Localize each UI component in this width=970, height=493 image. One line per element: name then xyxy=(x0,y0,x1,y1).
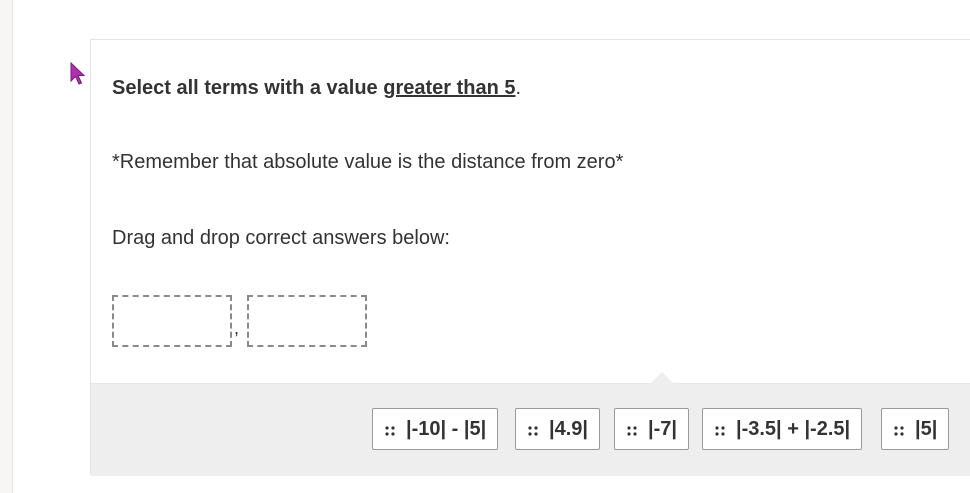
choice-chip-3[interactable]: |-7| xyxy=(614,408,689,450)
question-prompt: Select all terms with a value greater th… xyxy=(112,77,521,100)
choice-chip-5[interactable]: |5| xyxy=(881,408,950,450)
choice-chip-2[interactable]: |4.9| xyxy=(515,408,600,450)
drag-handle-icon xyxy=(627,426,637,436)
drag-handle-icon xyxy=(528,426,538,436)
mouse-pointer-icon xyxy=(70,62,86,85)
choice-label: |4.9| xyxy=(549,417,588,440)
answer-drop-zone-2[interactable] xyxy=(247,295,367,347)
drag-handle-icon xyxy=(715,426,725,436)
choice-label: |-7| xyxy=(648,417,677,440)
prompt-emphasis: greater than 5 xyxy=(383,77,516,99)
drag-handle-icon xyxy=(894,426,904,436)
question-card: Select all terms with a value greater th… xyxy=(90,39,970,476)
choice-chip-4[interactable]: |-3.5| + |-2.5| xyxy=(702,408,863,450)
drag-instruction: Drag and drop correct answers below: xyxy=(112,227,450,249)
choice-chip-1[interactable]: |-10| - |5| xyxy=(372,408,499,450)
drag-handle-icon xyxy=(385,426,395,436)
answer-separator: , xyxy=(234,318,240,338)
choice-label: |5| xyxy=(915,417,938,440)
prompt-suffix: . xyxy=(515,77,522,99)
page: Select all terms with a value greater th… xyxy=(0,0,970,493)
choice-label: |-10| - |5| xyxy=(406,417,487,440)
choice-label: |-3.5| + |-2.5| xyxy=(736,417,851,440)
prompt-prefix: Select all terms with a value xyxy=(112,77,384,99)
answer-drop-zone-1[interactable] xyxy=(112,295,232,347)
left-rail xyxy=(0,0,13,493)
question-note: *Remember that absolute value is the dis… xyxy=(112,151,624,173)
answer-bank-pointer xyxy=(650,372,674,384)
answer-bank: |-10| - |5| |4.9| |-7| |-3.5| + |-2.5| |… xyxy=(91,372,970,476)
